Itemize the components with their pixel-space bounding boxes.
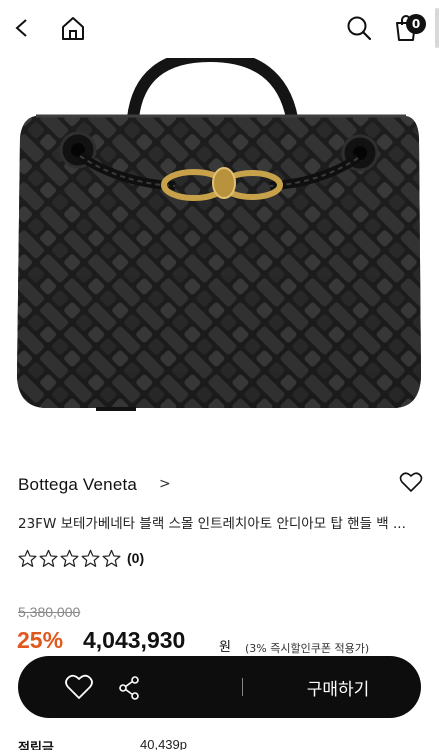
back-button[interactable] xyxy=(4,10,40,46)
brand-name-link[interactable]: Bottega Veneta xyxy=(18,475,137,495)
home-button[interactable] xyxy=(55,10,91,46)
brand-chevron-icon: > xyxy=(159,476,171,492)
search-button[interactable] xyxy=(341,10,377,46)
currency-unit: 원 xyxy=(219,640,231,655)
star-icon xyxy=(39,549,58,567)
handbag-illustration xyxy=(17,49,421,411)
points-label: 적립금 xyxy=(18,741,54,750)
back-icon xyxy=(15,19,27,37)
scrollbar[interactable] xyxy=(435,8,439,48)
discount-rate: 25% xyxy=(17,627,64,653)
points-value: 40,439p xyxy=(140,737,187,750)
original-price: 5,380,000 xyxy=(18,604,81,620)
rating-stars[interactable] xyxy=(18,549,121,568)
sale-price: 4,043,930 xyxy=(83,627,186,653)
top-navigation-bar: 0 xyxy=(0,0,439,58)
star-icon xyxy=(102,549,121,567)
star-icon xyxy=(81,549,100,567)
heart-icon xyxy=(65,674,93,699)
heart-icon xyxy=(399,472,423,492)
buy-now-button[interactable]: 구매하기 xyxy=(268,656,408,718)
cart-button[interactable]: 0 xyxy=(388,10,426,46)
product-image[interactable] xyxy=(0,49,439,434)
wishlist-bar-button[interactable] xyxy=(64,673,94,701)
coupon-note: (3% 즉시할인쿠폰 적용가) xyxy=(245,642,370,655)
wishlist-button[interactable] xyxy=(399,471,423,493)
action-bar-divider xyxy=(242,678,243,696)
home-icon xyxy=(62,17,84,40)
search-icon xyxy=(347,16,372,41)
star-icon xyxy=(60,549,79,567)
share-button[interactable] xyxy=(118,676,140,700)
share-icon xyxy=(119,676,139,700)
cart-count-badge: 0 xyxy=(406,14,426,34)
review-count[interactable]: (0) xyxy=(127,550,144,566)
product-title: 23FW 보테가베네타 블랙 스몰 인트레치아토 안디아모 탑 핸들 백 ... xyxy=(18,516,406,532)
star-icon xyxy=(18,549,37,567)
purchase-action-bar: 구매하기 xyxy=(18,656,421,718)
